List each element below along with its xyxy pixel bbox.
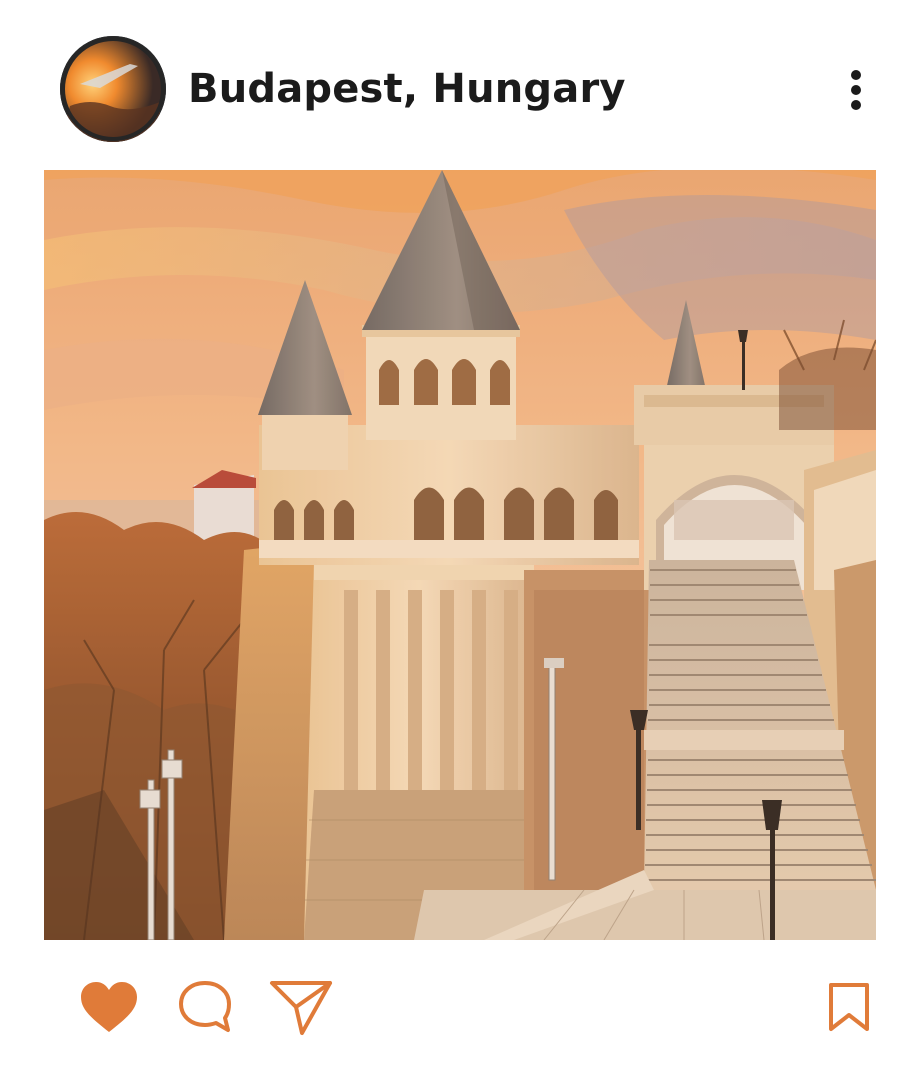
- more-dot-icon: [851, 100, 861, 110]
- heart-filled-icon: [81, 982, 137, 1032]
- more-dot-icon: [851, 85, 861, 95]
- more-dot-icon: [851, 70, 861, 80]
- bookmark-icon: [829, 983, 869, 1031]
- fishermans-bastion-image: [44, 170, 876, 940]
- travel-logo-icon: [60, 37, 165, 142]
- location-name[interactable]: Budapest, Hungary: [188, 66, 626, 112]
- post-photo[interactable]: [44, 170, 876, 940]
- like-button[interactable]: [76, 974, 142, 1040]
- comment-button[interactable]: [172, 974, 238, 1040]
- send-paper-plane-icon: [270, 981, 332, 1035]
- post-header: Budapest, Hungary: [0, 36, 920, 144]
- post-card: Budapest, Hungary: [0, 0, 920, 1080]
- save-button[interactable]: [816, 974, 882, 1040]
- post-actions: [0, 960, 920, 1060]
- comment-bubble-icon: [179, 981, 231, 1032]
- share-button[interactable]: [268, 974, 334, 1040]
- avatar[interactable]: [60, 36, 166, 142]
- more-options-button[interactable]: [836, 66, 876, 114]
